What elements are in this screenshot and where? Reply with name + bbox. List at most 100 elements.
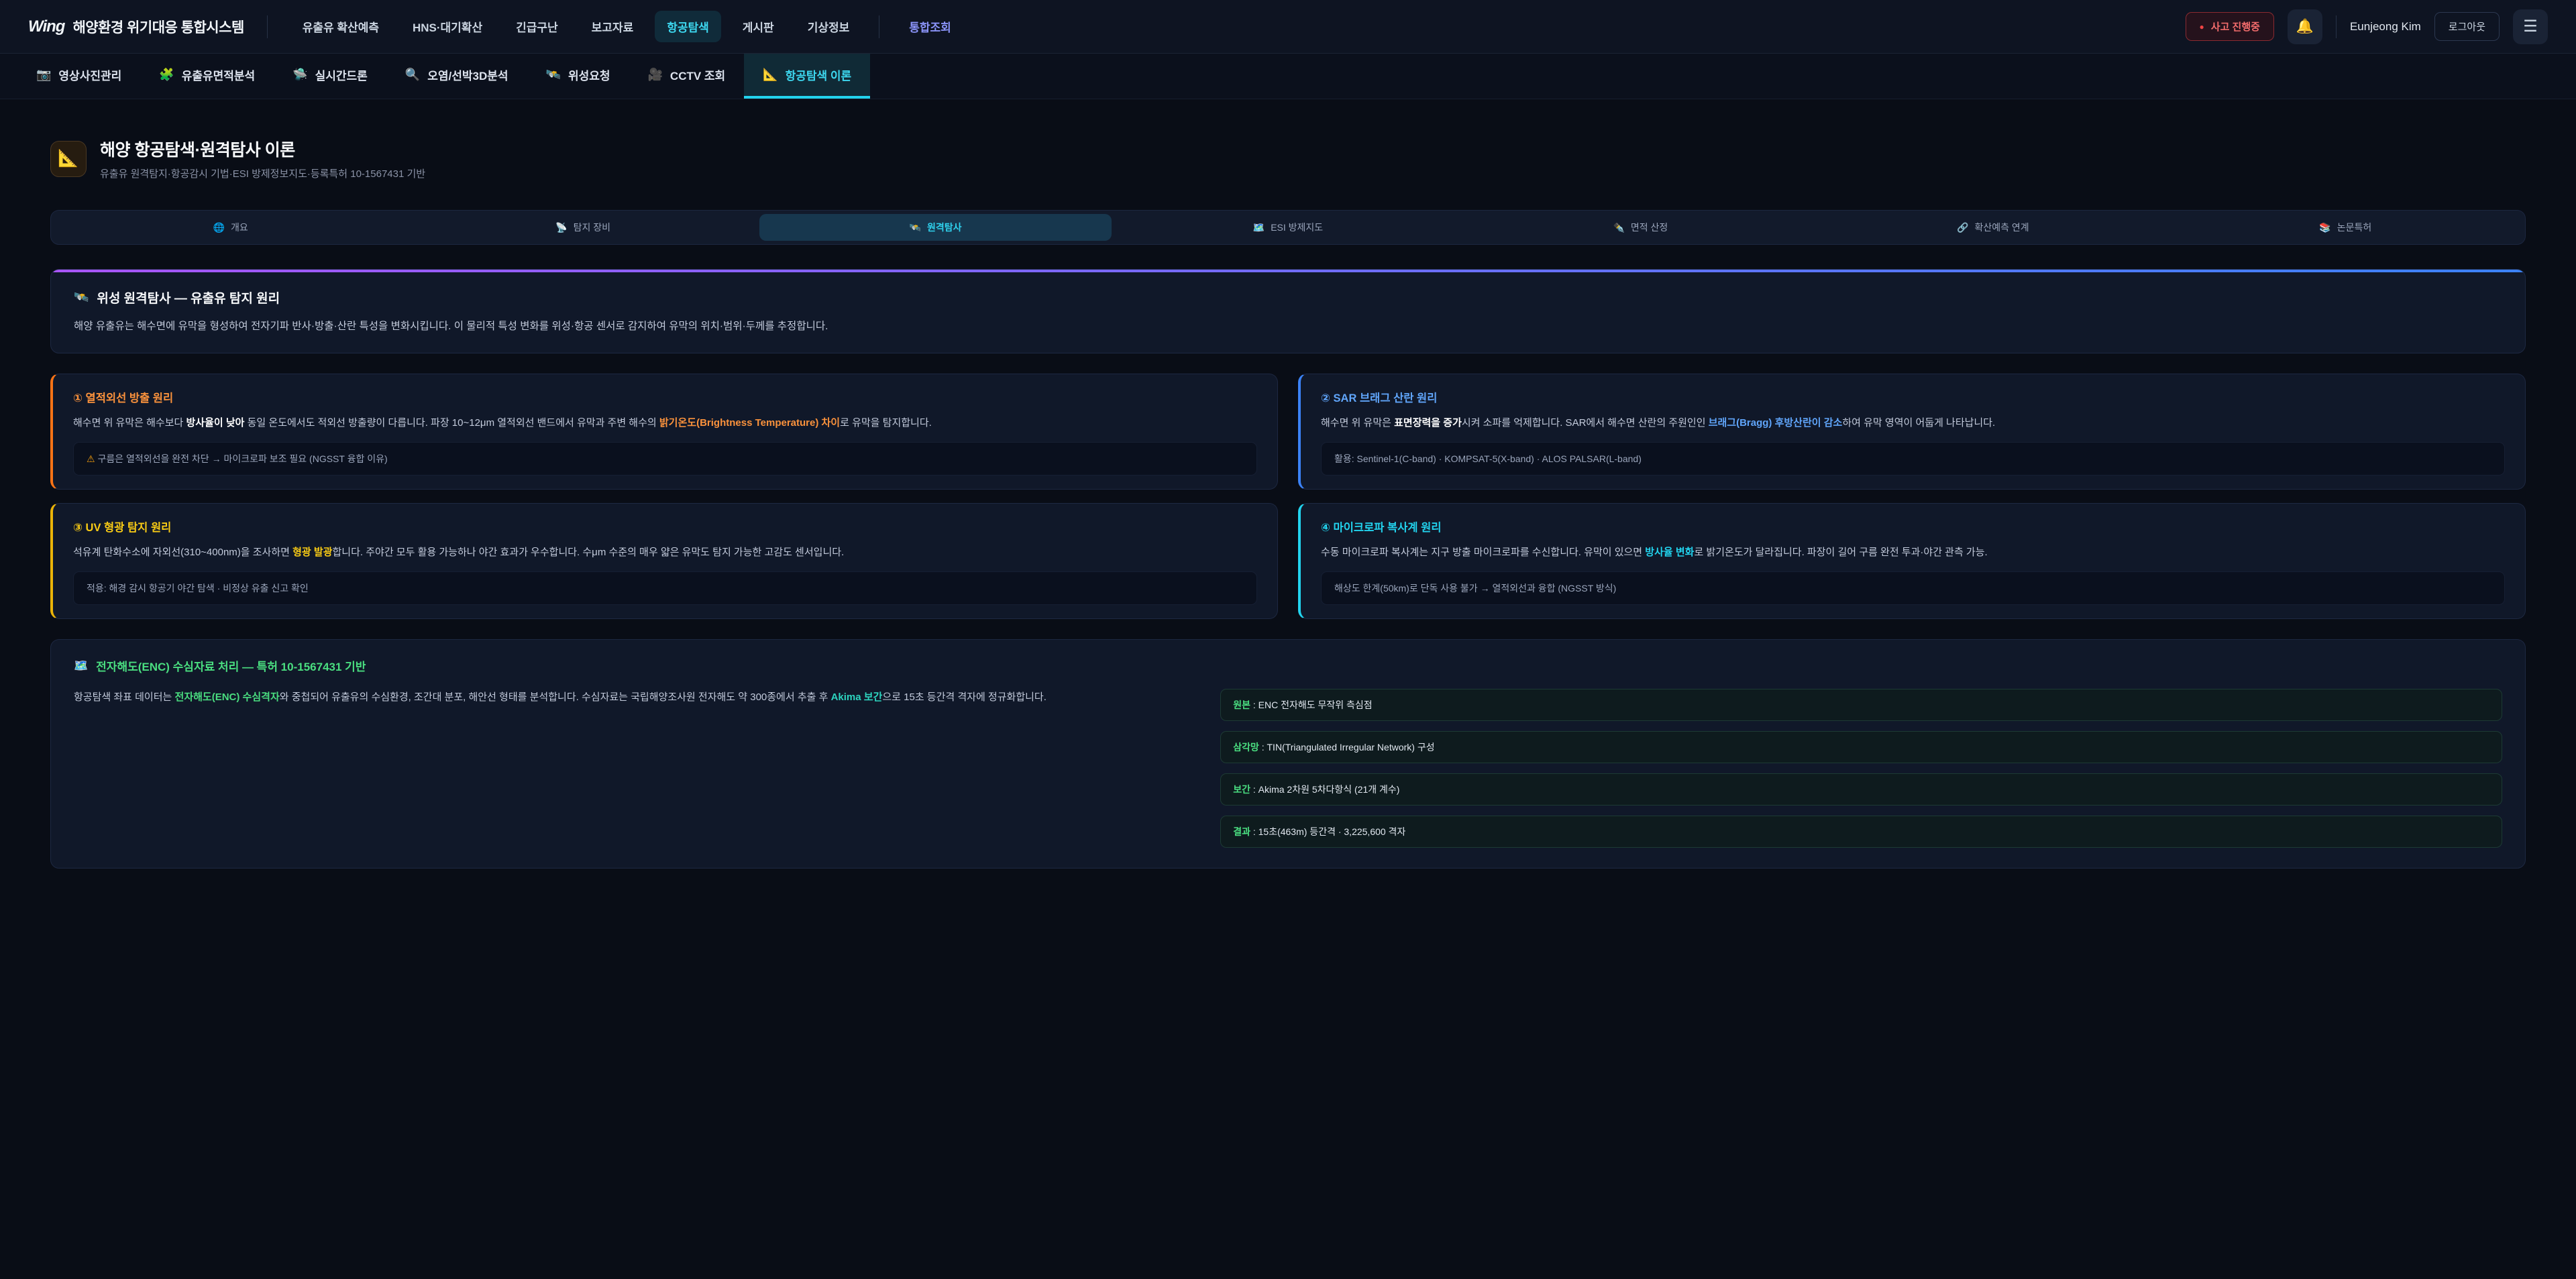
subtab-oil-area-analysis[interactable]: 🧩 유출유면적분석 — [140, 54, 274, 99]
enc-process-rows: 원본 : ENC 전자해도 무작위 측심점 삼각망 : TIN(Triangul… — [1220, 689, 2502, 848]
subtab-label: 오염/선박3D분석 — [427, 66, 508, 83]
card-body: 해수면 위 유막은 해수보다 방사율이 낮아 동일 온도에서도 적외선 방출량이… — [73, 415, 1257, 431]
card-title: ② SAR 브래그 산란 원리 — [1321, 389, 2505, 405]
enc-row-source: 원본 : ENC 전자해도 무작위 측심점 — [1220, 689, 2502, 721]
enc-body: 항공탐색 좌표 데이터는 전자해도(ENC) 수심격자와 중첩되어 유출유의 수… — [74, 689, 2502, 848]
subtab-satellite-request[interactable]: 🛰️ 위성요청 — [527, 54, 629, 99]
remote-sensing-section-card: 🛰️ 위성 원격탐사 — 유출유 탐지 원리 해양 유출유는 해수면에 유막을 … — [50, 269, 2526, 353]
subtab-label: 영상사진관리 — [58, 66, 121, 83]
section-title-row: 🛰️ 위성 원격탐사 — 유출유 탐지 원리 — [74, 288, 2502, 307]
logout-button[interactable]: 로그아웃 — [2434, 12, 2500, 41]
tab-label: 원격탐사 — [927, 221, 962, 234]
content-tab-bar: 🌐 개요 📡 탐지 장비 🛰️ 원격탐사 🗺️ ESI 방제지도 ✒️ 면적 산… — [50, 210, 2526, 245]
section-description: 해양 유출유는 해수면에 유막을 형성하여 전자기파 반사·방출·산란 특성을 … — [74, 319, 2502, 335]
nav-item-board[interactable]: 게시판 — [731, 11, 786, 42]
card-body: 석유계 탄화수소에 자외선(310~400nm)을 조사하면 형광 발광합니다.… — [73, 545, 1257, 560]
status-badge-label: 사고 진행중 — [2211, 19, 2260, 34]
card-note: 해상도 한계(50km)로 단독 사용 불가 → 열적외선과 융합 (NGSST… — [1321, 571, 2505, 605]
nav-item-aerial-search[interactable]: 항공탐색 — [655, 11, 721, 42]
nav-item-oil-spill-prediction[interactable]: 유출유 확산예측 — [290, 11, 391, 42]
tab-label: 면적 산정 — [1631, 221, 1668, 234]
camera-icon: 📷 — [36, 68, 51, 82]
main-content: 📐 해양 항공탐색·원격탐사 이론 유출유 원격탐지·항공감시 기법·ESI 방… — [0, 99, 2576, 869]
tab-esi-response-map[interactable]: 🗺️ ESI 방제지도 — [1112, 214, 1464, 241]
page-header-text: 해양 항공탐색·원격탐사 이론 유출유 원격탐지·항공감시 기법·ESI 방제정… — [100, 137, 425, 180]
card-sar-bragg: ② SAR 브래그 산란 원리 해수면 위 유막은 표면장력을 증가시켜 소파를… — [1298, 374, 2526, 490]
tab-label: 탐지 장비 — [574, 221, 610, 234]
card-uv-fluorescence: ③ UV 형광 탐지 원리 석유계 탄화수소에 자외선(310~400nm)을 … — [50, 503, 1278, 619]
map-icon: 🗺️ — [74, 659, 88, 673]
page-header: 📐 해양 항공탐색·원격탐사 이론 유출유 원격탐지·항공감시 기법·ESI 방… — [50, 137, 2526, 180]
bell-icon: 🔔 — [2296, 19, 2314, 35]
tab-label: 논문특허 — [2337, 221, 2372, 234]
card-note: 활용: Sentinel-1(C-band) · KOMPSAT-5(X-ban… — [1321, 442, 2505, 476]
section-title: 위성 원격탐사 — 유출유 탐지 원리 — [97, 288, 280, 307]
brand-title: 해양환경 위기대응 통합시스템 — [72, 17, 244, 37]
antenna-icon: 📡 — [555, 222, 567, 233]
principle-cards-grid: ① 열적외선 방출 원리 해수면 위 유막은 해수보다 방사율이 낮아 동일 온… — [50, 374, 2526, 620]
tab-overview[interactable]: 🌐 개요 — [54, 214, 407, 241]
magnifier-icon: 🔍 — [405, 68, 420, 82]
subtab-label: CCTV 조회 — [670, 66, 725, 83]
puzzle-icon: 🧩 — [159, 68, 174, 82]
card-microwave-radiometer: ④ 마이크로파 복사계 원리 수동 마이크로파 복사계는 지구 방출 마이크로파… — [1298, 503, 2526, 619]
brand-logo: Wing — [28, 17, 64, 36]
satellite-icon: 🛰️ — [74, 290, 89, 304]
subtab-image-photo-management[interactable]: 📷 영상사진관리 — [17, 54, 140, 99]
enc-row-triangulation: 삼각망 : TIN(Triangulated Irregular Network… — [1220, 731, 2502, 763]
triangle-ruler-icon: 📐 — [763, 68, 777, 82]
section-inner: 🛰️ 위성 원격탐사 — 유출유 탐지 원리 해양 유출유는 해수면에 유막을 … — [51, 272, 2525, 353]
enc-row-result: 결과 : 15초(463m) 등간격 · 3,225,600 격자 — [1220, 816, 2502, 848]
card-thermal-infrared: ① 열적외선 방출 원리 해수면 위 유막은 해수보다 방사율이 낮아 동일 온… — [50, 374, 1278, 490]
tab-label: 확산예측 연계 — [1974, 221, 2029, 234]
hamburger-icon: ☰ — [2523, 17, 2538, 36]
ufo-icon: 🛸 — [292, 68, 307, 82]
map-icon: 🗺️ — [1253, 222, 1265, 233]
tab-detection-equipment[interactable]: 📡 탐지 장비 — [407, 214, 759, 241]
link-icon: 🔗 — [1957, 222, 1968, 233]
globe-icon: 🌐 — [213, 222, 225, 233]
pen-icon: ✒️ — [1613, 222, 1624, 233]
satellite-icon: 🛰️ — [546, 68, 561, 82]
subtab-cctv-view[interactable]: 🎥 CCTV 조회 — [629, 54, 745, 99]
brand: Wing 해양환경 위기대응 통합시스템 — [28, 17, 244, 37]
notification-bell-button[interactable]: 🔔 — [2288, 9, 2322, 44]
hamburger-menu-button[interactable]: ☰ — [2513, 9, 2548, 44]
subtab-label: 위성요청 — [568, 66, 610, 83]
subtab-label: 실시간드론 — [315, 66, 368, 83]
nav-item-weather-info[interactable]: 기상정보 — [796, 11, 862, 42]
subtab-aerial-search-theory[interactable]: 📐 항공탐색 이론 — [744, 54, 870, 99]
tab-diffusion-prediction-link[interactable]: 🔗 확산예측 연계 — [1817, 214, 2169, 241]
tab-area-calculation[interactable]: ✒️ 면적 산정 — [1464, 214, 1817, 241]
topnav-right-controls: ● 사고 진행중 🔔 Eunjeong Kim 로그아웃 ☰ — [2186, 9, 2548, 44]
tab-label: ESI 방제지도 — [1271, 221, 1323, 234]
nav-divider — [2336, 15, 2337, 38]
subtab-realtime-drone[interactable]: 🛸 실시간드론 — [274, 54, 386, 99]
cctv-camera-icon: 🎥 — [648, 68, 663, 82]
triangle-ruler-icon: 📐 — [58, 149, 78, 168]
card-body: 해수면 위 유막은 표면장력을 증가시켜 소파를 억제합니다. SAR에서 해수… — [1321, 415, 2505, 431]
nav-item-reports[interactable]: 보고자료 — [580, 11, 646, 42]
card-title: ④ 마이크로파 복사계 원리 — [1321, 518, 2505, 535]
card-title: ③ UV 형광 탐지 원리 — [73, 518, 1257, 535]
subtab-label: 유출유면적분석 — [182, 66, 255, 83]
main-menu: 유출유 확산예측 HNS·대기확산 긴급구난 보고자료 항공탐색 게시판 기상정… — [290, 11, 963, 42]
nav-item-hns-atmospheric[interactable]: HNS·대기확산 — [400, 11, 494, 42]
page-title: 해양 항공탐색·원격탐사 이론 — [100, 137, 425, 161]
page-subtitle: 유출유 원격탐지·항공감시 기법·ESI 방제정보지도·등록특허 10-1567… — [100, 166, 425, 180]
nav-item-emergency-rescue[interactable]: 긴급구난 — [504, 11, 570, 42]
tab-papers-patents[interactable]: 📚 논문특허 — [2169, 214, 2522, 241]
enc-row-interpolation: 보간 : Akima 2차원 5차다항식 (21개 계수) — [1220, 773, 2502, 805]
satellite-icon: 🛰️ — [910, 222, 921, 233]
sub-tab-bar: 📷 영상사진관리 🧩 유출유면적분석 🛸 실시간드론 🔍 오염/선박3D분석 🛰… — [0, 54, 2576, 99]
card-note: ⚠ 구름은 열적외선을 완전 차단 → 마이크로파 보조 필요 (NGSST 융… — [73, 442, 1257, 476]
enc-title-row: 🗺️ 전자해도(ENC) 수심자료 처리 — 특허 10-1567431 기반 — [74, 657, 2502, 674]
tab-remote-sensing[interactable]: 🛰️ 원격탐사 — [759, 214, 1112, 241]
page-icon-box: 📐 — [50, 141, 87, 177]
nav-divider — [267, 15, 268, 38]
subtab-label: 항공탐색 이론 — [786, 66, 852, 83]
top-navigation-bar: Wing 해양환경 위기대응 통합시스템 유출유 확산예측 HNS·대기확산 긴… — [0, 0, 2576, 54]
enc-paragraph: 항공탐색 좌표 데이터는 전자해도(ENC) 수심격자와 중첩되어 유출유의 수… — [74, 689, 1191, 706]
subtab-pollution-ship-3d[interactable]: 🔍 오염/선박3D분석 — [386, 54, 527, 99]
nav-item-integrated-search[interactable]: 통합조회 — [897, 11, 963, 42]
